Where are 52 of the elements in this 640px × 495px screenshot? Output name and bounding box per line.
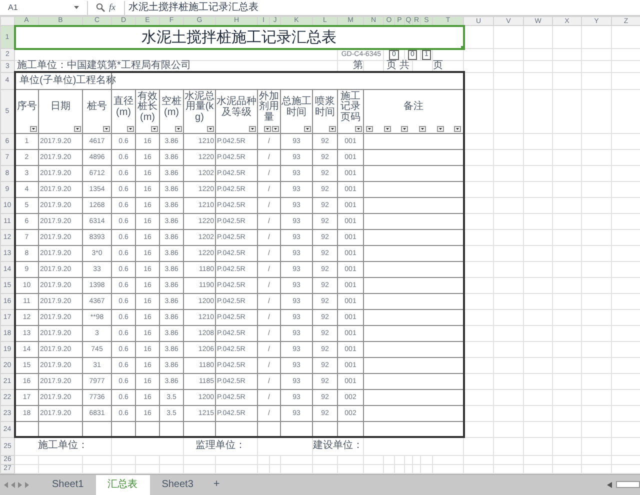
formula-field[interactable]: 水泥土搅拌桩施工记录汇总表 [124, 0, 640, 14]
filter-dropdown-button[interactable] [329, 126, 336, 132]
column-title: 施工记录页码 [340, 92, 362, 124]
construction-unit-label: 施工单位：中国建筑第*工程局有限公司 [17, 60, 191, 71]
signature-label: 监理单位： [196, 440, 246, 452]
filter-dropdown-button[interactable] [355, 126, 362, 132]
column-title: 备注 [402, 102, 424, 113]
signature-label: 建设单位： [313, 440, 363, 452]
column-title: 空桩(m) [160, 97, 182, 118]
filter-dropdown-button[interactable] [30, 126, 37, 132]
filter-dropdown-button[interactable] [419, 126, 426, 132]
search-icon[interactable] [96, 3, 105, 12]
name-box[interactable]: A1 [0, 0, 88, 14]
filter-dropdown-button[interactable] [151, 126, 158, 132]
sheet-tab[interactable]: 汇总表 [96, 474, 150, 495]
filter-dropdown-button[interactable] [384, 126, 391, 132]
filter-dropdown-button[interactable] [272, 126, 279, 132]
column-title: 日期 [50, 102, 72, 113]
filter-dropdown-button[interactable] [401, 126, 408, 132]
sheet-title: 水泥土搅拌桩施工记录汇总表 [142, 28, 336, 46]
filter-dropdown-button[interactable] [264, 126, 271, 132]
sheet-tab[interactable]: Sheet3 [150, 474, 206, 495]
filter-dropdown-button[interactable] [366, 126, 373, 132]
filter-dropdown-button[interactable] [74, 126, 81, 132]
sheet-tab[interactable]: Sheet1 [40, 474, 96, 495]
filter-dropdown-button[interactable] [175, 126, 182, 132]
column-title: 桩号 [86, 102, 108, 113]
column-title: 水泥总用量(kg) [184, 92, 215, 124]
column-title: 有效桩长(m) [136, 92, 158, 124]
caret-icon [74, 6, 79, 9]
column-title: 喷浆时间 [314, 97, 336, 118]
filter-dropdown-button[interactable] [249, 126, 256, 132]
page-label: 第 [353, 60, 363, 71]
filter-dropdown-button[interactable] [454, 126, 462, 132]
page-label: 页 [433, 60, 443, 71]
column-title: 直径(m) [112, 97, 134, 118]
column-title: 外加剂用量 [258, 92, 280, 124]
filter-dropdown-button[interactable] [436, 126, 444, 132]
column-title: 水泥品种及等级 [216, 97, 257, 118]
function-label[interactable]: fx [109, 0, 116, 14]
column-title: 序号 [16, 102, 38, 113]
scroll-left-icon[interactable] [607, 482, 612, 488]
filter-dropdown-button[interactable] [103, 126, 110, 132]
filter-dropdown-button[interactable] [207, 126, 214, 132]
column-title: 总施工时间 [281, 97, 312, 118]
horizontal-scrollbar[interactable] [616, 481, 640, 488]
signature-label: 施工单位： [38, 440, 88, 452]
page-label: 页 共 [386, 60, 410, 71]
add-sheet-button[interactable]: + [205, 479, 228, 490]
filter-dropdown-button[interactable] [127, 126, 134, 132]
filter-dropdown-button[interactable] [304, 126, 311, 132]
fill-handle[interactable] [460, 46, 464, 50]
